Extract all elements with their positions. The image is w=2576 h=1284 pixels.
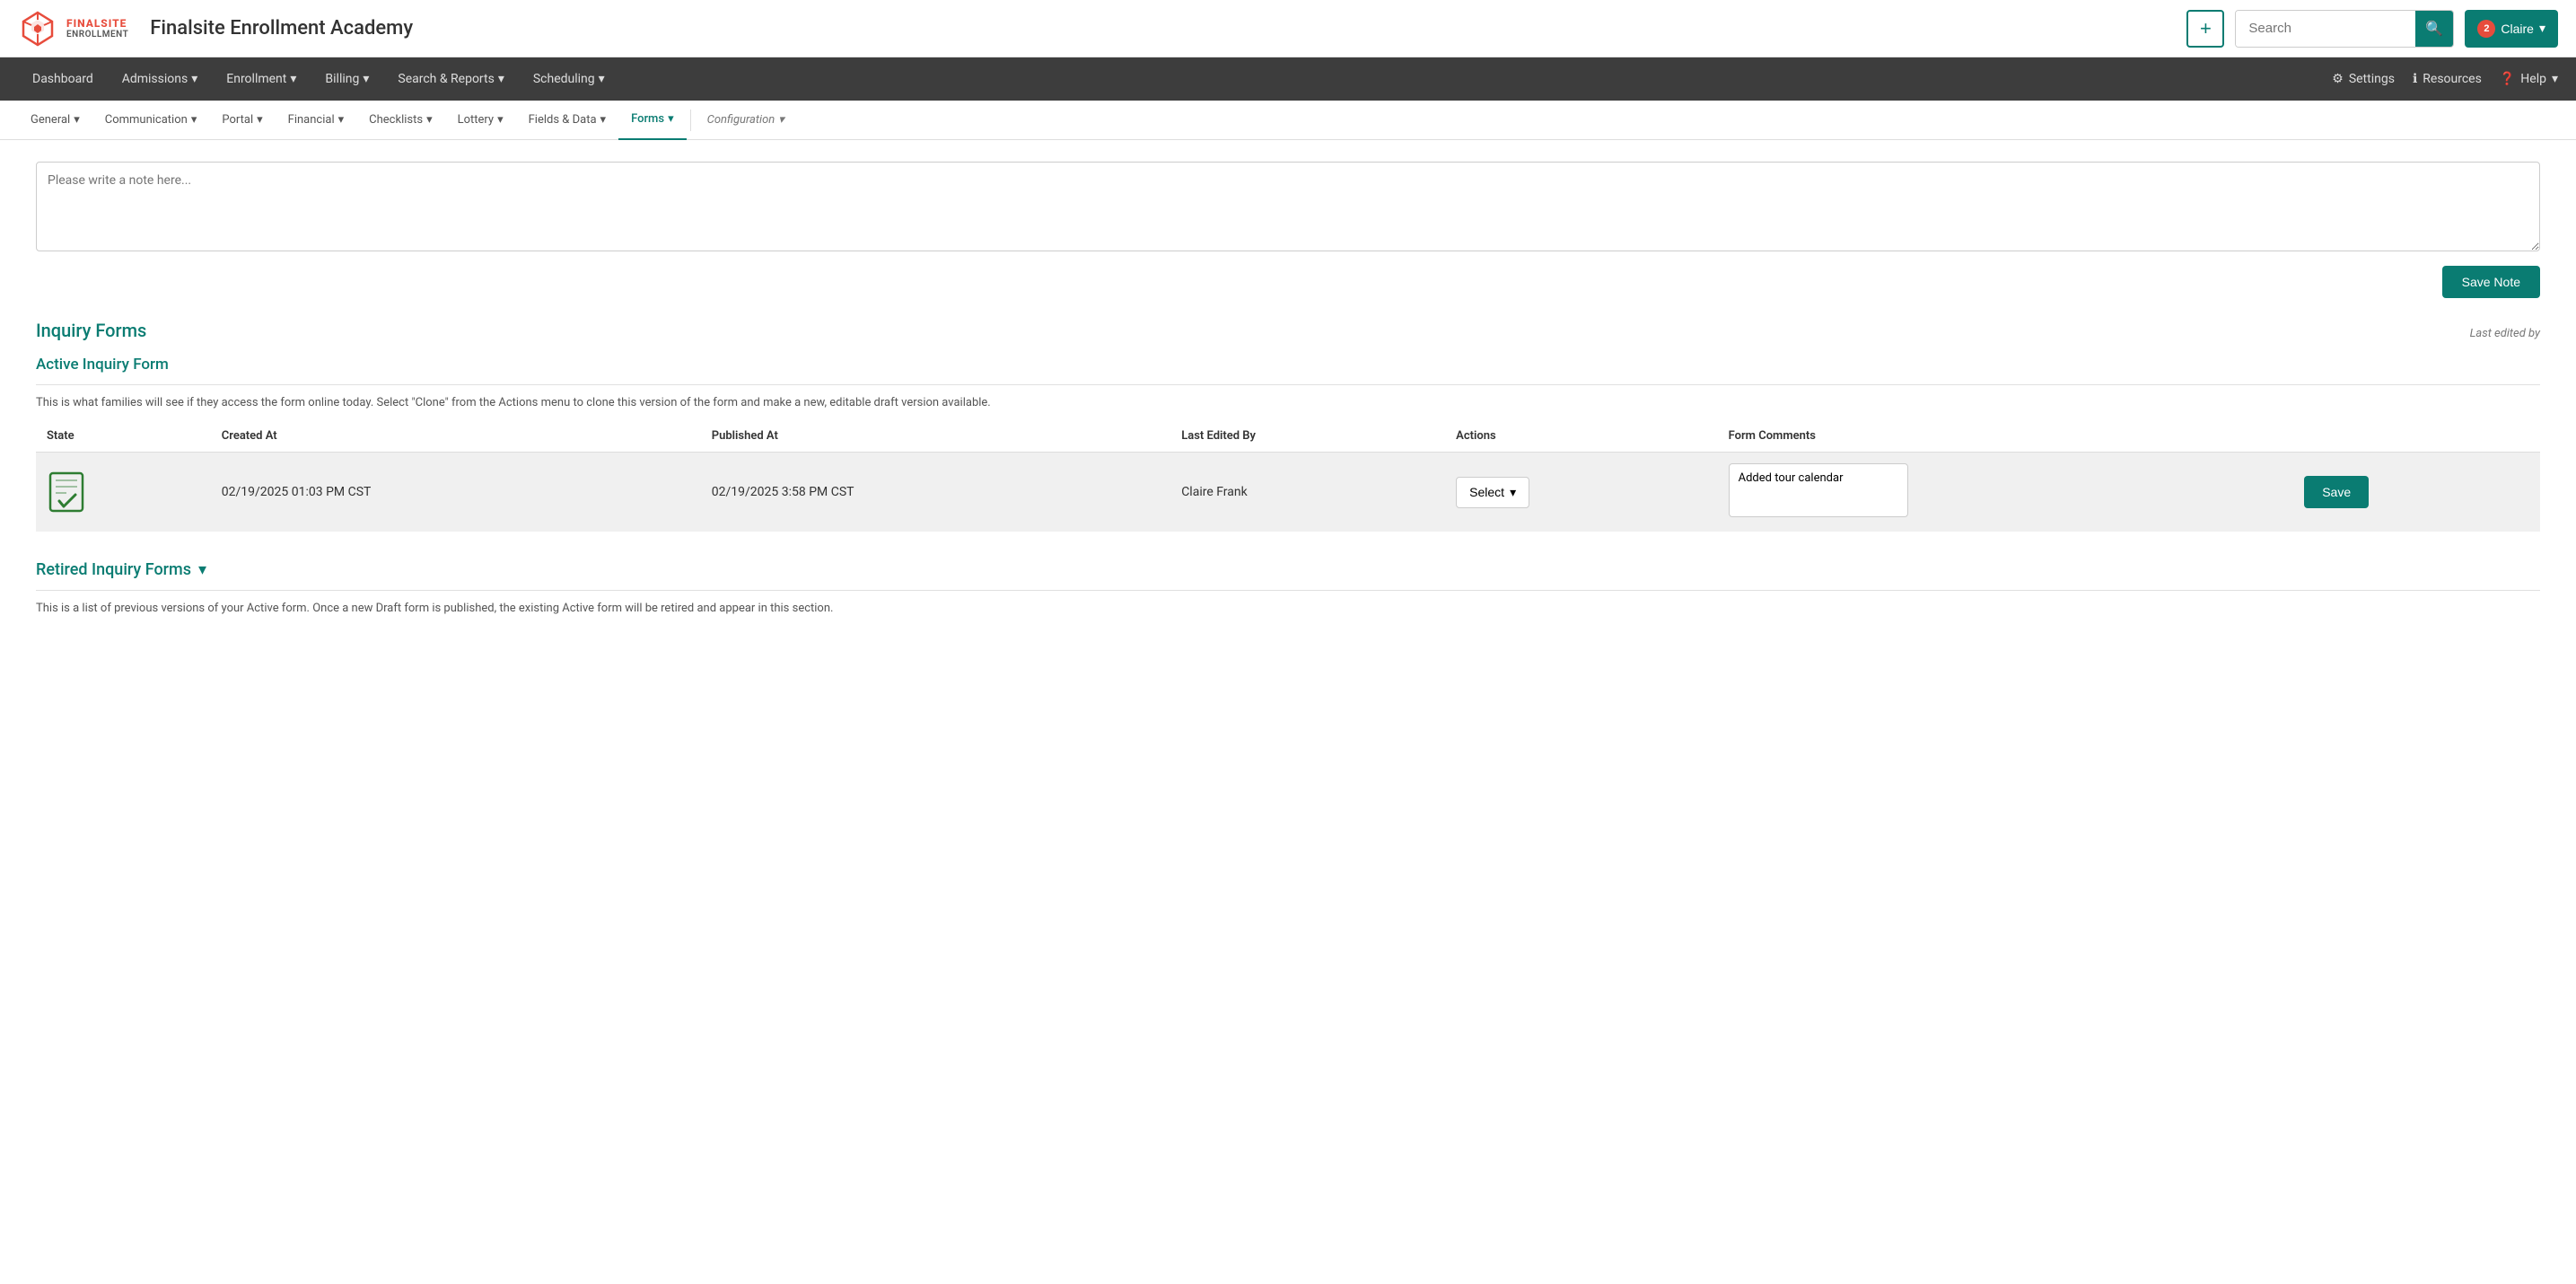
- user-menu-button[interactable]: 2 Claire ▾: [2465, 10, 2558, 48]
- sub-nav-portal[interactable]: Portal ▾: [209, 101, 275, 140]
- help-nav-item[interactable]: ❓ Help ▾: [2500, 72, 2558, 86]
- sub-nav-configuration[interactable]: Configuration ▾: [695, 101, 797, 140]
- configuration-chevron-icon: ▾: [778, 113, 784, 127]
- active-form-description: This is what families will see if they a…: [36, 384, 2540, 409]
- settings-nav-item[interactable]: ⚙ Settings: [2332, 72, 2395, 86]
- communication-chevron-icon: ▾: [191, 113, 197, 127]
- nav-item-billing[interactable]: Billing ▾: [311, 57, 383, 101]
- search-input[interactable]: [2236, 11, 2415, 47]
- cell-last-edited-by: Claire Frank: [1170, 453, 1445, 532]
- resources-label: Resources: [2423, 72, 2482, 86]
- table-header: State Created At Published At Last Edite…: [36, 420, 2540, 453]
- sub-nav-communication[interactable]: Communication ▾: [92, 101, 210, 140]
- cell-actions: Select ▾: [1445, 453, 1717, 532]
- general-chevron-icon: ▾: [74, 113, 80, 127]
- logo-text: FINALSITE ENROLLMENT: [66, 17, 128, 40]
- col-form-comments: Form Comments: [1718, 420, 2294, 453]
- col-created-at: Created At: [211, 420, 701, 453]
- cell-state: [36, 453, 211, 532]
- resources-icon: ℹ: [2413, 72, 2417, 86]
- retired-description: This is a list of previous versions of y…: [36, 590, 2540, 615]
- active-inquiry-form-title: Active Inquiry Form: [36, 356, 2540, 374]
- select-chevron-icon: ▾: [1510, 485, 1516, 500]
- user-name: Claire: [2501, 22, 2534, 36]
- portal-chevron-icon: ▾: [257, 113, 263, 127]
- select-label: Select: [1469, 485, 1504, 499]
- save-note-row: Save Note: [36, 266, 2540, 298]
- add-button[interactable]: +: [2186, 10, 2224, 48]
- sub-nav-lottery[interactable]: Lottery ▾: [445, 101, 516, 140]
- actions-select-button[interactable]: Select ▾: [1456, 477, 1529, 508]
- sub-nav-financial[interactable]: Financial ▾: [276, 101, 357, 140]
- inquiry-forms-title: Inquiry Forms: [36, 320, 146, 341]
- settings-icon: ⚙: [2332, 72, 2344, 86]
- last-edited-text: Last edited by: [2470, 327, 2540, 340]
- checklists-chevron-icon: ▾: [426, 113, 433, 127]
- user-chevron-icon: ▾: [2539, 21, 2545, 36]
- retired-chevron-icon: ▾: [198, 560, 206, 579]
- help-chevron-icon: ▾: [2552, 72, 2558, 86]
- fields-data-chevron-icon: ▾: [600, 113, 607, 127]
- search-button[interactable]: 🔍: [2415, 10, 2453, 48]
- financial-chevron-icon: ▾: [338, 113, 345, 127]
- retired-inquiry-forms-title: Retired Inquiry Forms: [36, 560, 191, 579]
- cell-published-at: 02/19/2025 3:58 PM CST: [701, 453, 1170, 532]
- app-title: Finalsite Enrollment Academy: [150, 17, 413, 40]
- nav-item-enrollment[interactable]: Enrollment ▾: [212, 57, 311, 101]
- notification-badge: 2: [2477, 20, 2495, 38]
- nav-item-search-reports[interactable]: Search & Reports ▾: [383, 57, 518, 101]
- search-box: 🔍: [2235, 10, 2454, 48]
- inquiry-forms-table: State Created At Published At Last Edite…: [36, 420, 2540, 532]
- lottery-chevron-icon: ▾: [497, 113, 504, 127]
- col-state: State: [36, 420, 211, 453]
- settings-label: Settings: [2349, 72, 2395, 86]
- resources-nav-item[interactable]: ℹ Resources: [2413, 72, 2482, 86]
- cell-save-action: Save: [2293, 453, 2540, 532]
- save-note-button[interactable]: Save Note: [2442, 266, 2540, 298]
- search-reports-chevron-icon: ▾: [498, 72, 504, 86]
- save-row-button[interactable]: Save: [2304, 476, 2369, 508]
- scheduling-chevron-icon: ▾: [599, 72, 605, 86]
- col-actions: Actions: [1445, 420, 1717, 453]
- sub-nav-divider: [690, 110, 691, 131]
- note-textarea[interactable]: [36, 162, 2540, 251]
- cell-created-at: 02/19/2025 01:03 PM CST: [211, 453, 701, 532]
- main-nav: Dashboard Admissions ▾ Enrollment ▾ Bill…: [0, 57, 2576, 101]
- billing-chevron-icon: ▾: [363, 72, 369, 86]
- nav-item-dashboard[interactable]: Dashboard: [18, 57, 108, 101]
- col-published-at: Published At: [701, 420, 1170, 453]
- sub-nav-checklists[interactable]: Checklists ▾: [356, 101, 444, 140]
- help-icon: ❓: [2500, 72, 2515, 86]
- help-label: Help: [2520, 72, 2546, 86]
- sub-nav: General ▾ Communication ▾ Portal ▾ Finan…: [0, 101, 2576, 140]
- table-body: 02/19/2025 01:03 PM CST 02/19/2025 3:58 …: [36, 453, 2540, 532]
- retired-inquiry-forms-section[interactable]: Retired Inquiry Forms ▾: [36, 560, 2540, 579]
- top-header: FINALSITE ENROLLMENT Finalsite Enrollmen…: [0, 0, 2576, 57]
- admissions-chevron-icon: ▾: [191, 72, 197, 86]
- search-icon: 🔍: [2425, 20, 2443, 38]
- cell-form-comments: Added tour calendar: [1718, 453, 2294, 532]
- nav-item-admissions[interactable]: Admissions ▾: [108, 57, 213, 101]
- nav-item-scheduling[interactable]: Scheduling ▾: [519, 57, 619, 101]
- finalsite-logo: [18, 9, 57, 48]
- nav-right: ⚙ Settings ℹ Resources ❓ Help ▾: [2332, 72, 2558, 86]
- col-save: [2293, 420, 2540, 453]
- form-comment-textarea[interactable]: Added tour calendar: [1729, 463, 1908, 517]
- logo-area: FINALSITE ENROLLMENT: [18, 9, 128, 48]
- header-right: + 🔍 2 Claire ▾: [2186, 10, 2558, 48]
- col-last-edited-by: Last Edited By: [1170, 420, 1445, 453]
- forms-chevron-icon: ▾: [668, 112, 674, 126]
- table-row: 02/19/2025 01:03 PM CST 02/19/2025 3:58 …: [36, 453, 2540, 532]
- inquiry-forms-header-row: Inquiry Forms Last edited by: [36, 320, 2540, 341]
- enrollment-chevron-icon: ▾: [290, 72, 296, 86]
- content-area: Save Note Inquiry Forms Last edited by A…: [0, 140, 2576, 1284]
- form-check-icon: [47, 471, 86, 514]
- sub-nav-forms[interactable]: Forms ▾: [618, 101, 687, 140]
- main-nav-items: Dashboard Admissions ▾ Enrollment ▾ Bill…: [18, 57, 2332, 101]
- sub-nav-fields-data[interactable]: Fields & Data ▾: [516, 101, 618, 140]
- sub-nav-general[interactable]: General ▾: [18, 101, 92, 140]
